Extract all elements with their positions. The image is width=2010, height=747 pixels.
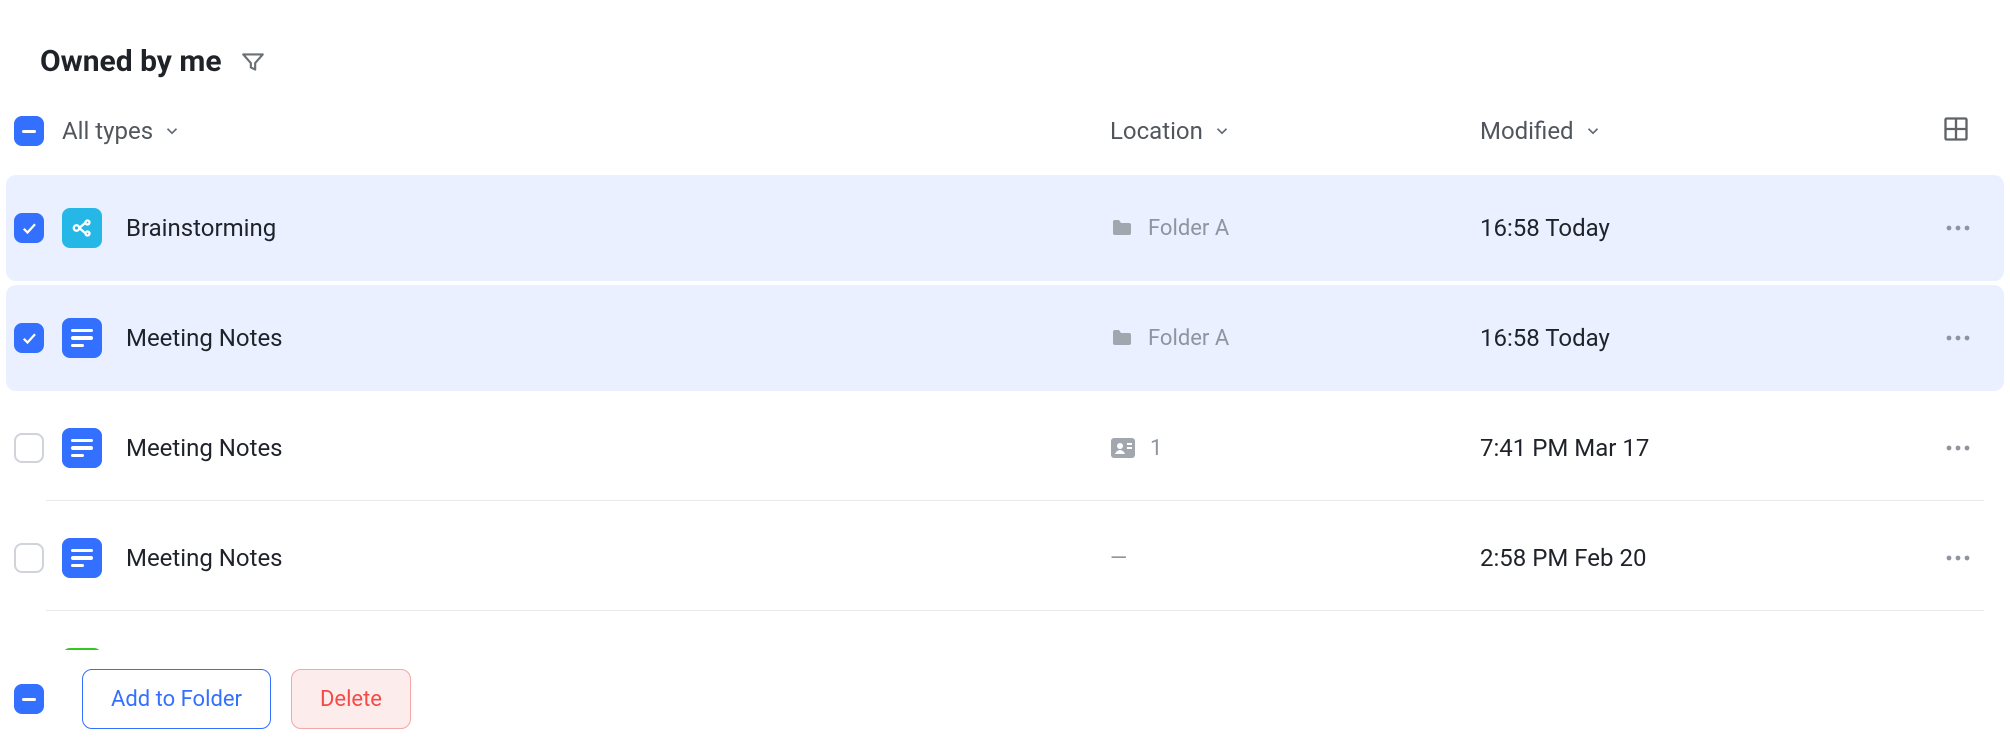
minus-icon [22,130,36,133]
location-text: Folder A [1148,216,1229,241]
file-name: Meeting Notes [126,544,283,572]
page-header: Owned by me [0,0,2010,115]
location-cell: Folder A [1110,216,1480,241]
row-more-button[interactable] [1920,225,1970,231]
file-list: Brainstorming Folder A 16:58 Today Meeti… [0,175,2010,721]
modified-cell: 16:58 Today [1480,214,1920,242]
column-modified[interactable]: Modified [1480,117,1920,145]
location-text: 1 [1150,436,1162,461]
table-row[interactable]: Meeting Notes 1 7:41 PM Mar 17 [6,395,2004,501]
table-row[interactable]: Brainstorming Folder A 16:58 Today [6,175,2004,281]
page-title: Owned by me [40,44,222,79]
row-checkbox[interactable] [14,323,44,353]
select-all-indeterminate[interactable] [14,116,44,146]
grid-view-icon [1942,115,1970,147]
filter-icon[interactable] [240,49,266,75]
column-location-label: Location [1110,117,1203,145]
bulk-select-indeterminate[interactable] [14,684,44,714]
bulk-action-bar: Add to Folder Delete [0,650,2010,747]
location-cell: 1 [1110,436,1480,461]
row-more-button[interactable] [1920,335,1970,341]
file-name: Brainstorming [126,214,276,242]
doc-file-icon [62,318,102,358]
location-cell: — [1110,546,1480,571]
row-checkbox[interactable] [14,213,44,243]
row-more-button[interactable] [1920,445,1970,451]
chevron-down-icon [1213,122,1231,140]
doc-file-icon [62,428,102,468]
location-text: Folder A [1148,326,1229,351]
chevron-down-icon [1584,122,1602,140]
folder-icon [1110,216,1134,240]
modified-cell: 7:41 PM Mar 17 [1480,434,1920,462]
row-more-button[interactable] [1920,555,1970,561]
row-checkbox[interactable] [14,543,44,573]
add-to-folder-button[interactable]: Add to Folder [82,669,271,729]
location-cell: Folder A [1110,326,1480,351]
table-row[interactable]: Meeting Notes — 2:58 PM Feb 20 [6,505,2004,611]
filter-types-label: All types [62,117,153,145]
shared-people-icon [1110,437,1136,459]
column-modified-label: Modified [1480,117,1574,145]
modified-cell: 16:58 Today [1480,324,1920,352]
mind-file-icon [62,208,102,248]
folder-icon [1110,326,1134,350]
row-checkbox[interactable] [14,433,44,463]
view-toggle[interactable] [1920,115,1970,147]
location-text: — [1110,546,1127,571]
file-name: Meeting Notes [126,324,283,352]
columns-header: All types Location Modified [0,115,2010,175]
table-row[interactable]: Meeting Notes Folder A 16:58 Today [6,285,2004,391]
chevron-down-icon [163,122,181,140]
minus-icon [22,698,36,701]
file-name: Meeting Notes [126,434,283,462]
modified-cell: 2:58 PM Feb 20 [1480,544,1920,572]
delete-button[interactable]: Delete [291,669,411,729]
doc-file-icon [62,538,102,578]
column-location[interactable]: Location [1110,117,1480,145]
filter-types-dropdown[interactable]: All types [62,117,181,145]
